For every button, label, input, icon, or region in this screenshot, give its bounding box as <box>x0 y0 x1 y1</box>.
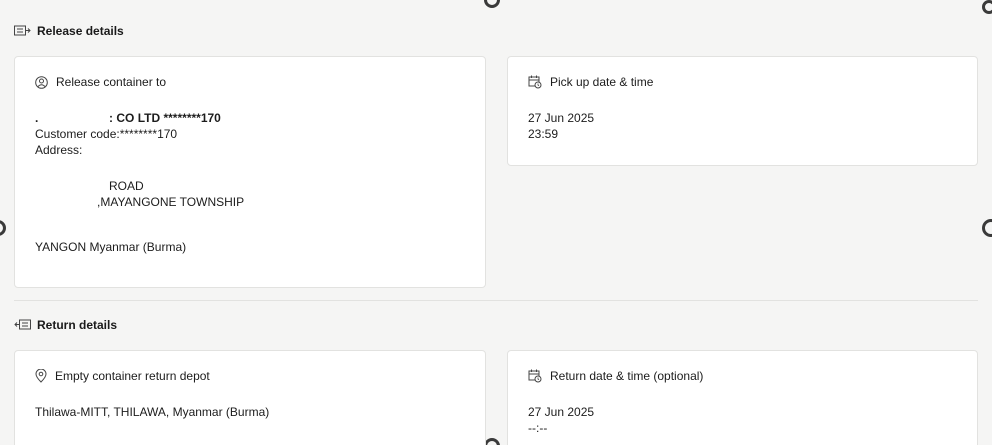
return-date-card: Return date & time (optional) 27 Jun 202… <box>507 350 978 445</box>
pickup-date-card: Pick up date & time 27 Jun 2025 23:59 <box>507 56 978 166</box>
company-prefix: . <box>35 111 39 125</box>
company-name-line: . : CO LTD ********170 <box>35 111 221 126</box>
return-details-title: Return details <box>37 318 118 332</box>
return-details-header: Return details <box>14 318 117 332</box>
return-depot-value: Thilawa-MITT, THILAWA, Myanmar (Burma) <box>35 405 270 419</box>
release-arrow-icon <box>14 25 31 37</box>
return-date-title-label: Return date & time (optional) <box>550 369 704 383</box>
return-date-title: Return date & time (optional) <box>528 369 703 383</box>
address-line-1: ROAD <box>109 179 144 193</box>
bottom-handle-circle <box>484 438 500 445</box>
return-time: --:-- <box>528 421 548 435</box>
right-handle-circle <box>982 219 992 237</box>
return-depot-title: Empty container return depot <box>35 369 210 383</box>
pickup-date-title: Pick up date & time <box>528 75 653 89</box>
address-label: Address: <box>35 143 83 157</box>
pickup-date: 27 Jun 2025 <box>528 111 595 125</box>
pickup-date-title-label: Pick up date & time <box>550 75 654 89</box>
location-pin-icon <box>35 369 47 383</box>
top-right-handle-circle <box>982 0 992 14</box>
address-line-3: YANGON Myanmar (Burma) <box>35 240 187 254</box>
top-handle-circle <box>484 0 500 8</box>
return-date: 27 Jun 2025 <box>528 405 595 419</box>
return-depot-title-label: Empty container return depot <box>55 369 210 383</box>
calendar-clock-icon <box>528 369 542 383</box>
release-container-card: Release container to . : CO LTD ********… <box>14 56 486 288</box>
user-circle-icon <box>35 75 48 89</box>
pickup-time: 23:59 <box>528 127 559 141</box>
release-container-title-label: Release container to <box>56 75 167 89</box>
return-depot-card: Empty container return depot Thilawa-MIT… <box>14 350 486 445</box>
section-divider <box>14 300 978 301</box>
left-handle-circle <box>0 220 6 236</box>
calendar-clock-icon <box>528 75 542 89</box>
return-arrow-icon <box>14 319 31 331</box>
company-name: : CO LTD ********170 <box>109 111 221 125</box>
release-details-header: Release details <box>14 24 124 38</box>
address-line-2: ,MAYANGONE TOWNSHIP <box>97 195 245 209</box>
release-details-title: Release details <box>37 24 124 38</box>
customer-code: Customer code:********170 <box>35 127 178 141</box>
release-container-title: Release container to <box>35 75 166 89</box>
